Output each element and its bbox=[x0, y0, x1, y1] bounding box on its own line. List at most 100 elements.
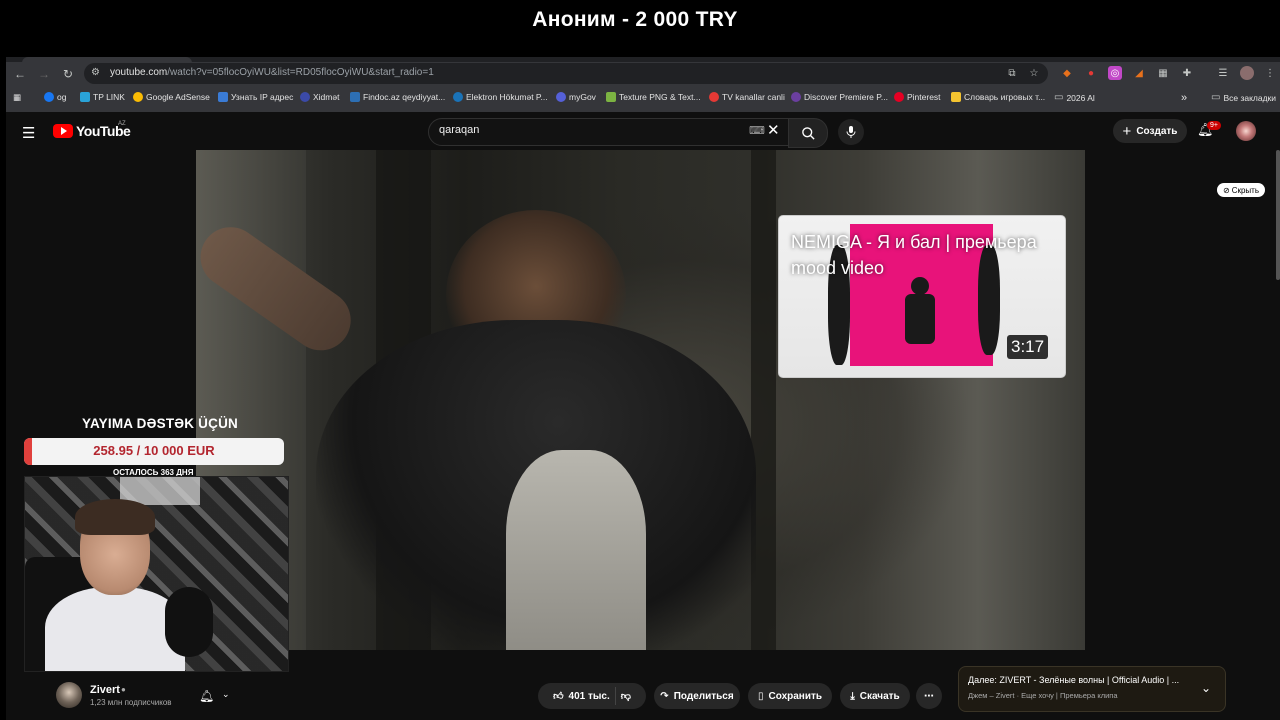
up-next-title[interactable]: Далее: ZIVERT - Зелёные волны | Official… bbox=[968, 675, 1179, 685]
search-input-value[interactable]: qaraqan bbox=[439, 124, 479, 136]
account-avatar[interactable] bbox=[1236, 121, 1256, 141]
channel-name[interactable]: Zivert bbox=[90, 684, 120, 696]
more-icon: ⋯ bbox=[924, 690, 934, 702]
donation-goal-amount: 258.95 / 10 000 EUR bbox=[93, 443, 215, 458]
folder-icon: ▭ bbox=[1211, 92, 1221, 103]
create-button[interactable]: + Создать bbox=[1113, 119, 1187, 143]
site-info-icon[interactable]: ⚙ bbox=[91, 67, 100, 78]
extension-icon[interactable]: ◎ bbox=[1108, 66, 1122, 80]
eye-off-icon: ⊘ bbox=[1223, 185, 1230, 195]
bookmark-item[interactable]: Pinterest bbox=[894, 92, 941, 102]
texture-icon bbox=[606, 92, 616, 102]
bookmark-label: Все закладки bbox=[1223, 92, 1277, 103]
bookmark-star-icon[interactable]: ☆ bbox=[1027, 66, 1041, 80]
bookmark-item[interactable]: Узнать IP адрес bbox=[218, 92, 293, 102]
mic-icon bbox=[846, 126, 856, 138]
bookmark-label: Узнать IP адрес bbox=[231, 92, 294, 102]
extension-icon[interactable]: ▦ bbox=[1156, 66, 1170, 80]
bookmark-item[interactable]: Texture PNG & Text... bbox=[606, 92, 701, 102]
streamer-webcam bbox=[24, 476, 289, 672]
verified-icon: ● bbox=[121, 685, 126, 694]
mygov-icon bbox=[556, 92, 566, 102]
premiere-icon bbox=[791, 92, 801, 102]
plus-icon: + bbox=[1122, 122, 1132, 140]
extension-icon[interactable]: ◆ bbox=[1060, 66, 1074, 80]
browser-menu-icon[interactable]: ⋮ bbox=[1263, 66, 1277, 80]
bookmark-item[interactable]: TP LINK bbox=[80, 92, 125, 102]
bookmark-item[interactable]: Elektron Hökumət P... bbox=[453, 92, 548, 102]
share-label: Поделиться bbox=[673, 690, 734, 702]
bookmark-folder[interactable]: ▭ 2026 Al bbox=[1054, 92, 1095, 103]
extension-icon[interactable]: ◢ bbox=[1132, 66, 1146, 80]
chevron-down-icon[interactable]: ⌄ bbox=[1201, 681, 1211, 695]
share-icon: ↷ bbox=[660, 690, 669, 702]
up-next-subtitle: Джем – Zivert · Еще хочу | Премьера клип… bbox=[968, 691, 1118, 700]
bookmark-item[interactable]: Словарь игровых т... bbox=[951, 92, 1045, 102]
keyboard-icon[interactable]: ⌨ bbox=[749, 124, 765, 137]
more-bookmarks-button[interactable]: » bbox=[1181, 92, 1187, 104]
country-code: AZ bbox=[118, 121, 126, 127]
notification-badge: 9+ bbox=[1207, 121, 1221, 130]
egov-icon bbox=[453, 92, 463, 102]
bookmark-item[interactable]: og bbox=[44, 92, 66, 102]
extensions-puzzle-icon[interactable]: ✚ bbox=[1180, 66, 1194, 80]
back-icon[interactable]: ← bbox=[10, 62, 30, 86]
save-label: Сохранить bbox=[768, 690, 823, 702]
create-label: Создать bbox=[1136, 125, 1178, 137]
reload-icon[interactable]: ↻ bbox=[58, 62, 78, 86]
channel-avatar[interactable] bbox=[56, 682, 82, 708]
voice-search-button[interactable] bbox=[838, 119, 864, 145]
save-button[interactable]: ▯ Сохранить bbox=[748, 683, 832, 709]
bookmark-label: og bbox=[57, 92, 67, 102]
bookmark-label: Pinterest bbox=[907, 92, 941, 102]
search-button[interactable] bbox=[788, 118, 828, 148]
bookmark-label: Xidmət bbox=[313, 92, 340, 102]
menu-icon[interactable]: ☰ bbox=[22, 124, 35, 142]
chevron-down-icon[interactable]: ⌄ bbox=[222, 689, 230, 700]
youtube-play-icon bbox=[53, 124, 73, 138]
like-count[interactable]: 401 тыс. bbox=[569, 691, 610, 702]
install-app-icon[interactable]: ⧉ bbox=[1005, 66, 1019, 80]
search-input[interactable] bbox=[428, 118, 790, 146]
thumbs-up-icon[interactable]: 👍︎ bbox=[553, 690, 563, 702]
bookmark-item[interactable]: Google AdSense bbox=[133, 92, 210, 102]
gov-icon bbox=[300, 92, 310, 102]
all-bookmarks-folder[interactable]: ▭ Все закладки bbox=[1211, 92, 1280, 103]
bookmark-item[interactable]: Findoc.az qeydiyyat... bbox=[350, 92, 445, 102]
bookmark-label: Elektron Hökumət P... bbox=[466, 92, 548, 102]
url-text[interactable]: youtube.com/watch?v=05flocOyiWU&list=RD0… bbox=[110, 67, 434, 78]
bookmark-label: Texture PNG & Text... bbox=[619, 92, 701, 102]
donation-alert-title: Аноним - 2 000 TRY bbox=[532, 8, 738, 31]
bookmark-item[interactable]: myGov bbox=[556, 92, 596, 102]
download-button[interactable]: ⤓ Скачать bbox=[840, 683, 910, 709]
streamer-hair bbox=[75, 499, 155, 535]
extension-icon[interactable]: ● bbox=[1084, 66, 1098, 80]
tv-icon bbox=[709, 92, 719, 102]
folder-icon: ▭ bbox=[1054, 92, 1064, 103]
profile-avatar[interactable] bbox=[1240, 66, 1254, 80]
streamer-shirt bbox=[45, 587, 185, 671]
tplink-icon bbox=[80, 92, 90, 102]
hide-endcards-button[interactable]: ⊘ Скрыть bbox=[1217, 183, 1266, 197]
bell-icon[interactable]: 🔔︎ bbox=[199, 689, 214, 703]
page-scrollbar[interactable] bbox=[1276, 150, 1280, 280]
facebook-icon bbox=[44, 92, 54, 102]
share-button[interactable]: ↷ Поделиться bbox=[654, 683, 740, 709]
clear-search-icon[interactable]: ✕ bbox=[767, 121, 780, 139]
forward-icon[interactable]: → bbox=[34, 62, 54, 86]
findoc-icon bbox=[350, 92, 360, 102]
endcard-title[interactable]: NEMIGA - Я и бал | премьера mood video bbox=[791, 229, 1051, 281]
ip-icon bbox=[218, 92, 228, 102]
bookmark-item[interactable]: TV kanallar canli bbox=[709, 92, 785, 102]
url-host: youtube.com bbox=[110, 67, 168, 78]
bookmark-item[interactable]: Xidmət bbox=[300, 92, 339, 102]
bookmark-item[interactable]: Discover Premiere P... bbox=[791, 92, 888, 102]
more-actions-button[interactable]: ⋯ bbox=[916, 683, 942, 709]
up-next-card[interactable] bbox=[958, 666, 1226, 712]
apps-grid-icon[interactable]: ▦ bbox=[13, 92, 21, 103]
reading-list-icon[interactable]: ☰ bbox=[1216, 66, 1230, 80]
video-person-shirt bbox=[506, 450, 646, 650]
like-separator bbox=[614, 687, 616, 705]
microphone bbox=[165, 587, 213, 657]
thumbs-down-icon[interactable]: 👎︎ bbox=[621, 690, 631, 702]
